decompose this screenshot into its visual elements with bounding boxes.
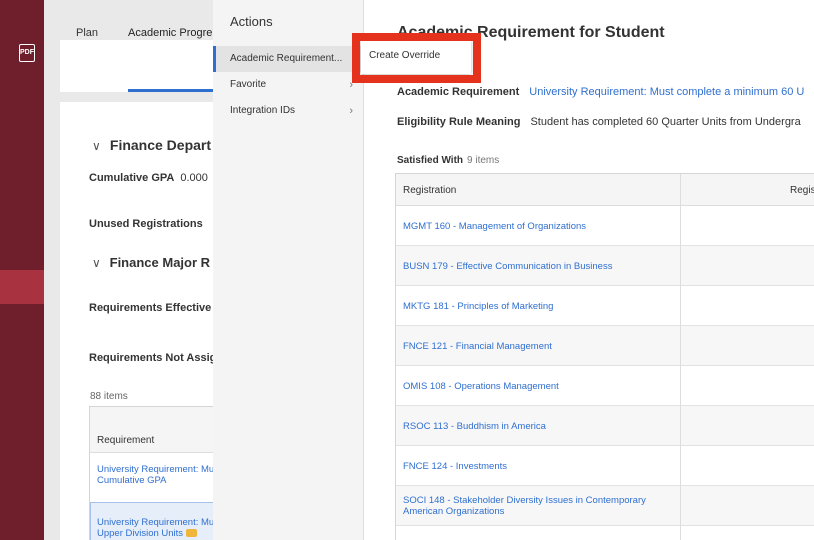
menu-item-favorite[interactable]: Favorite › <box>213 72 363 98</box>
tab-academic-progress[interactable]: Academic Progre <box>128 27 212 39</box>
table-row[interactable]: SOCI 148 - Stakeholder Diversity Issues … <box>396 486 814 526</box>
table-header: Requirement <box>90 407 218 453</box>
registration-link[interactable]: American Organizations <box>403 506 504 517</box>
table-row[interactable]: MKTG 181 - Principles of Marketing <box>396 286 814 326</box>
registration-link[interactable]: FNCE 124 - Investments <box>403 461 507 472</box>
actions-menu-title: Actions <box>230 14 273 29</box>
unused-registrations-field: Unused Registrations( <box>89 218 220 230</box>
actions-menu: Actions Academic Requirement... Favorite… <box>213 0 364 540</box>
column-header-registration[interactable]: Registration <box>403 185 456 196</box>
active-menu-indicator <box>213 46 216 72</box>
table-row[interactable]: University Requirement: Mu Upper Divisio… <box>90 517 218 539</box>
column-header-registration-2[interactable]: Regis <box>790 185 814 196</box>
items-count: 88 items <box>90 391 128 402</box>
related-actions-icon[interactable] <box>186 529 198 538</box>
nav-strip-accent[interactable] <box>0 270 44 304</box>
table-row[interactable]: MGMT 160 - Management of Organizations <box>396 206 814 246</box>
pdf-icon[interactable]: PDF <box>19 44 35 62</box>
menu-item-academic-requirement[interactable]: Academic Requirement... <box>213 46 363 72</box>
chevron-down-icon[interactable]: ∨ <box>92 139 106 153</box>
section-finance-major[interactable]: ∨ Finance Major R <box>92 255 210 270</box>
academic-requirement-link[interactable]: University Requirement: Must complete a … <box>529 86 804 98</box>
registration-table: Registration Regis MGMT 160 - Management… <box>395 173 814 540</box>
table-row[interactable]: University Requirement: Mu Cumulative GP… <box>90 464 218 486</box>
registration-link[interactable]: RSOC 113 - Buddhism in America <box>403 421 546 432</box>
table-row[interactable]: BUSN 179 - Effective Communication in Bu… <box>396 246 814 286</box>
tabs-bar <box>60 40 230 92</box>
chevron-down-icon[interactable]: ∨ <box>92 256 106 270</box>
chevron-right-icon: › <box>349 105 353 117</box>
requirements-table: Requirement University Requirement: Mu C… <box>89 406 219 540</box>
table-row[interactable]: FNCE 121 - Financial Management <box>396 326 814 366</box>
section-title: Finance Major R <box>109 255 211 270</box>
column-header-requirement[interactable]: Requirement <box>97 435 154 446</box>
column-divider <box>680 174 681 540</box>
table-row[interactable]: OMIS 108 - Operations Management <box>396 366 814 406</box>
section-finance-department[interactable]: ∨ Finance Depart <box>92 137 211 153</box>
academic-requirement-field: Academic Requirement University Requireme… <box>397 86 805 98</box>
registration-link[interactable]: SOCI 148 - Stakeholder Diversity Issues … <box>403 495 646 506</box>
section-title: Finance Depart <box>109 137 212 153</box>
active-tab-underline <box>128 89 218 92</box>
requirements-effective-label: Requirements Effective <box>89 302 212 314</box>
eligibility-rule-field: Eligibility Rule Meaning Student has comp… <box>397 116 801 128</box>
registration-link[interactable]: OMIS 108 - Operations Management <box>403 381 559 392</box>
registration-link[interactable]: MKTG 181 - Principles of Marketing <box>403 301 553 312</box>
registration-link[interactable]: BUSN 179 - Effective Communication in Bu… <box>403 261 612 272</box>
registration-link[interactable]: MGMT 160 - Management of Organizations <box>403 221 586 232</box>
requirements-not-assigned-label: Requirements Not Assig <box>89 352 217 364</box>
registration-link[interactable]: FNCE 121 - Financial Management <box>403 341 552 352</box>
tab-plan[interactable]: Plan <box>76 27 98 39</box>
table-header: Registration Regis <box>396 174 814 206</box>
menu-item-integration-ids[interactable]: Integration IDs › <box>213 98 363 124</box>
table-row[interactable]: RSOC 113 - Buddhism in America <box>396 406 814 446</box>
cumulative-gpa-field: Cumulative GPA 0.000 <box>89 172 208 184</box>
satisfied-with-label: Satisfied With 9 items <box>397 155 500 166</box>
highlight-box <box>352 33 481 83</box>
table-row[interactable]: FNCE 124 - Investments <box>396 446 814 486</box>
